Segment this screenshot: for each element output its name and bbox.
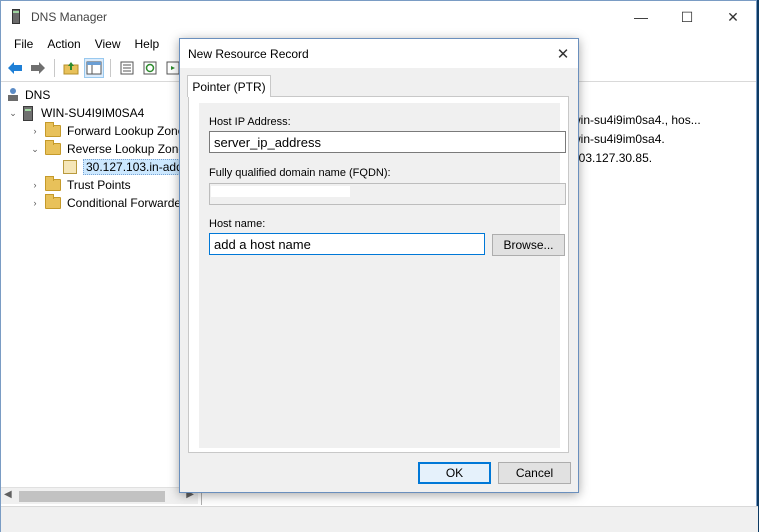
record-data-cell: 103.127.30.85.: [572, 151, 653, 165]
dialog-title-bar: New Resource Record ✕: [180, 39, 578, 68]
chevron-right-icon[interactable]: ›: [29, 126, 41, 136]
menu-file[interactable]: File: [7, 37, 40, 51]
host-name-label: Host name:: [209, 218, 266, 230]
record-data-cell: win-su4i9im0sa4.: [572, 132, 665, 146]
dns-manager-app-icon: [9, 9, 23, 25]
folder-icon: [45, 140, 61, 155]
tree-item-label: WIN-SU4I9IM0SA4: [41, 106, 145, 120]
folder-icon: [45, 194, 61, 209]
chevron-right-icon[interactable]: ›: [29, 180, 41, 190]
chevron-down-icon[interactable]: ⌄: [29, 144, 41, 155]
new-resource-record-dialog: New Resource Record ✕ Pointer (PTR) Host…: [179, 38, 579, 493]
tree-item-server[interactable]: ⌄ WIN-SU4I9IM0SA4: [7, 104, 144, 122]
tree-item-label: Trust Points: [67, 178, 131, 192]
properties-icon[interactable]: [117, 58, 137, 78]
ok-button[interactable]: OK: [418, 462, 491, 484]
tree-item-trust-points[interactable]: › Trust Points: [29, 176, 131, 194]
toolbar-separator: [110, 59, 111, 77]
menu-action[interactable]: Action: [40, 37, 87, 51]
status-bar: [1, 506, 758, 532]
tree-item-label: Reverse Lookup Zones: [67, 142, 192, 156]
dialog-close-button[interactable]: ✕: [548, 39, 578, 68]
cancel-button[interactable]: Cancel: [498, 462, 571, 484]
forward-arrow-icon[interactable]: [28, 58, 48, 78]
tree-item-forward-lookup-zones[interactable]: › Forward Lookup Zones: [29, 122, 190, 140]
up-folder-icon[interactable]: [61, 58, 81, 78]
minimize-button[interactable]: —: [618, 1, 664, 33]
host-ip-input[interactable]: server_ip_address: [209, 131, 566, 153]
dns-icon: [7, 88, 19, 102]
maximize-button[interactable]: ☐: [664, 1, 710, 33]
record-data-cell: win-su4i9im0sa4., hos...: [572, 113, 701, 127]
refresh-icon[interactable]: [140, 58, 160, 78]
tree-item-label: Forward Lookup Zones: [67, 124, 191, 138]
tree-item-reverse-zone[interactable]: 30.127.103.in-addr.arpa: [63, 158, 198, 176]
dialog-title: New Resource Record: [188, 46, 309, 61]
fqdn-masked-value: [211, 186, 350, 197]
folder-icon: [45, 176, 61, 191]
tree-item-reverse-lookup-zones[interactable]: ⌄ Reverse Lookup Zones: [29, 140, 191, 158]
title-bar: DNS Manager — ☐ ✕: [1, 1, 756, 33]
tree-item-dns[interactable]: DNS: [7, 86, 50, 104]
chevron-right-icon[interactable]: ›: [29, 198, 41, 208]
zone-icon: [63, 160, 77, 174]
host-name-input[interactable]: add a host name: [209, 233, 485, 255]
tree-item-label: Conditional Forwarders: [67, 196, 192, 210]
chevron-down-icon[interactable]: ⌄: [7, 108, 19, 119]
menu-view[interactable]: View: [88, 37, 128, 51]
menu-help[interactable]: Help: [128, 37, 167, 51]
toolbar-separator: [54, 59, 55, 77]
tab-pointer-ptr[interactable]: Pointer (PTR): [187, 75, 271, 97]
folder-icon: [45, 122, 61, 137]
fqdn-label: Fully qualified domain name (FQDN):: [209, 167, 391, 179]
window-title: DNS Manager: [31, 10, 108, 24]
tab-content: Host IP Address: server_ip_address Fully…: [199, 103, 566, 448]
tab-panel: Host IP Address: server_ip_address Fully…: [188, 96, 569, 453]
scroll-left-icon[interactable]: ◀: [4, 489, 12, 500]
tree-horizontal-scrollbar[interactable]: ◀ ▶: [1, 487, 198, 504]
browse-button[interactable]: Browse...: [492, 234, 565, 256]
show-hide-tree-icon[interactable]: [84, 58, 104, 78]
back-arrow-icon[interactable]: [5, 58, 25, 78]
tree-item-label: DNS: [25, 88, 51, 102]
tree-item-conditional-forwarders[interactable]: › Conditional Forwarders: [29, 194, 191, 212]
host-ip-label: Host IP Address:: [209, 116, 291, 128]
server-icon: [23, 105, 33, 121]
scrollbar-thumb[interactable]: [19, 491, 165, 502]
console-tree: DNS ⌄ WIN-SU4I9IM0SA4 › Forward Lookup Z…: [1, 83, 198, 485]
close-button[interactable]: ✕: [710, 1, 756, 33]
fqdn-field: [209, 183, 566, 205]
